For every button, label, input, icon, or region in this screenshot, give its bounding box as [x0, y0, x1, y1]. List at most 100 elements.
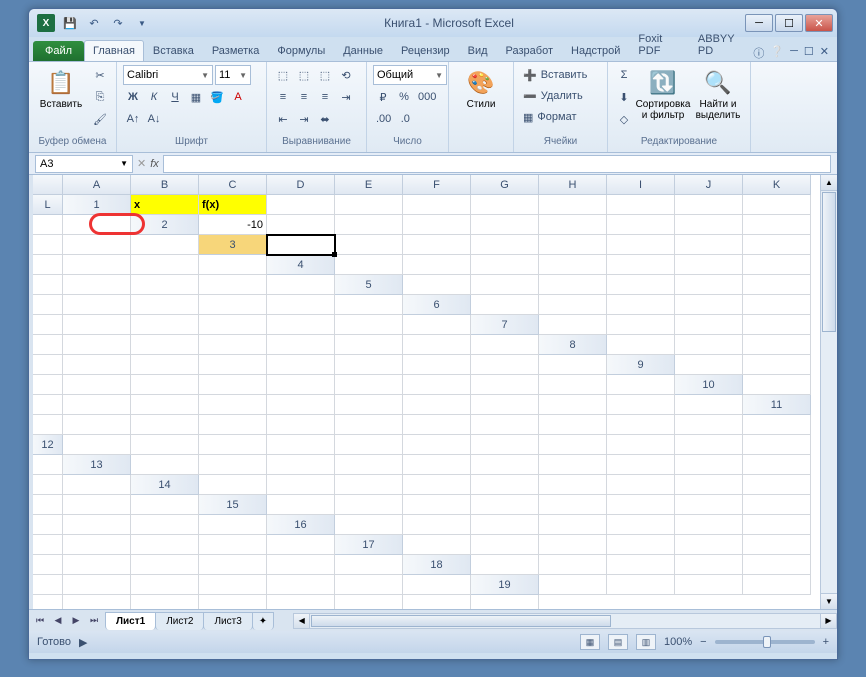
- row-header-17[interactable]: 17: [335, 535, 403, 555]
- cell-L15[interactable]: [199, 515, 267, 535]
- align-bottom-button[interactable]: ⬚: [315, 65, 335, 85]
- col-header-F[interactable]: F: [403, 175, 471, 195]
- cell-G4[interactable]: [743, 255, 811, 275]
- cell-A15[interactable]: [267, 495, 335, 515]
- cell-J6[interactable]: [267, 315, 335, 335]
- qat-dropdown[interactable]: ▼: [131, 12, 153, 34]
- doc-restore-icon[interactable]: ☐: [804, 45, 814, 61]
- autosum-button[interactable]: Σ: [614, 65, 634, 85]
- cell-L4[interactable]: [267, 275, 335, 295]
- col-header-B[interactable]: B: [131, 175, 199, 195]
- cell-F16[interactable]: [675, 515, 743, 535]
- cell-G11[interactable]: [403, 415, 471, 435]
- row-header-6[interactable]: 6: [403, 295, 471, 315]
- cell-G10[interactable]: [335, 395, 403, 415]
- cell-C15[interactable]: [403, 495, 471, 515]
- cell-I19[interactable]: [267, 595, 335, 609]
- cell-B14[interactable]: [267, 475, 335, 495]
- cell-L1[interactable]: [63, 215, 131, 235]
- cell-D7[interactable]: [743, 315, 811, 335]
- cell-J4[interactable]: [131, 275, 199, 295]
- cell-F18[interactable]: [33, 575, 63, 595]
- cell-J14[interactable]: [33, 495, 63, 515]
- cell-E5[interactable]: [675, 275, 743, 295]
- cell-L6[interactable]: [403, 315, 471, 335]
- cell-E16[interactable]: [607, 515, 675, 535]
- cell-B8[interactable]: [675, 335, 743, 355]
- cell-K15[interactable]: [131, 515, 199, 535]
- ribbon-minimize-icon[interactable]: ⓘ: [753, 45, 764, 61]
- cell-H3[interactable]: [743, 235, 811, 255]
- name-box[interactable]: A3▼: [35, 155, 133, 173]
- cell-A12[interactable]: [63, 435, 131, 455]
- cell-G18[interactable]: [63, 575, 131, 595]
- cell-C4[interactable]: [471, 255, 539, 275]
- cell-F2[interactable]: [539, 215, 607, 235]
- cell-A2[interactable]: -10: [199, 215, 267, 235]
- zoom-out-button[interactable]: −: [700, 636, 706, 648]
- row-header-4[interactable]: 4: [267, 255, 335, 275]
- cell-K19[interactable]: [403, 595, 471, 609]
- cell-K6[interactable]: [335, 315, 403, 335]
- cell-J11[interactable]: [607, 415, 675, 435]
- cell-E3[interactable]: [539, 235, 607, 255]
- foxit-tab[interactable]: Foxit PDF: [629, 28, 688, 61]
- cell-L19[interactable]: [471, 595, 539, 609]
- cell-I4[interactable]: [63, 275, 131, 295]
- doc-close-icon[interactable]: ✕: [820, 45, 829, 61]
- clear-button[interactable]: ◇: [614, 109, 634, 129]
- decrease-font-button[interactable]: A↓: [144, 109, 164, 129]
- row-header-19[interactable]: 19: [471, 575, 539, 595]
- cell-H7[interactable]: [199, 335, 267, 355]
- cell-I7[interactable]: [267, 335, 335, 355]
- cell-B2[interactable]: [267, 215, 335, 235]
- cell-L5[interactable]: [335, 295, 403, 315]
- col-header-K[interactable]: K: [743, 175, 811, 195]
- help-icon[interactable]: ❔: [770, 45, 784, 61]
- cell-C10[interactable]: [63, 395, 131, 415]
- row-header-9[interactable]: 9: [607, 355, 675, 375]
- row-header-16[interactable]: 16: [267, 515, 335, 535]
- cell-D6[interactable]: [675, 295, 743, 315]
- cell-A18[interactable]: [471, 555, 539, 575]
- layout-tab[interactable]: Разметка: [203, 40, 269, 61]
- fill-color-button[interactable]: 🪣: [207, 87, 227, 107]
- cell-H15[interactable]: [743, 495, 811, 515]
- cell-G3[interactable]: [675, 235, 743, 255]
- comma-button[interactable]: 000: [415, 87, 439, 107]
- review-tab[interactable]: Рецензир: [392, 40, 459, 61]
- cell-E1[interactable]: [403, 195, 471, 215]
- cell-C5[interactable]: [539, 275, 607, 295]
- hscroll-thumb[interactable]: [311, 615, 611, 627]
- number-format-combo[interactable]: Общий▼: [373, 65, 447, 85]
- addins-tab[interactable]: Надстрой: [562, 40, 629, 61]
- align-right-button[interactable]: ≡: [315, 87, 335, 107]
- cell-C8[interactable]: [743, 335, 811, 355]
- cell-I15[interactable]: [33, 515, 63, 535]
- cell-D3[interactable]: [471, 235, 539, 255]
- cell-E18[interactable]: [743, 555, 811, 575]
- formulas-tab[interactable]: Формулы: [268, 40, 334, 61]
- row-header-7[interactable]: 7: [471, 315, 539, 335]
- fill-handle[interactable]: [332, 252, 337, 257]
- cell-H2[interactable]: [675, 215, 743, 235]
- data-tab[interactable]: Данные: [334, 40, 392, 61]
- sheet-tab-1[interactable]: Лист1: [105, 612, 156, 630]
- undo-button[interactable]: ↶: [83, 12, 105, 34]
- cell-F4[interactable]: [675, 255, 743, 275]
- fill-button[interactable]: ⬇: [614, 87, 634, 107]
- cell-G17[interactable]: [33, 555, 63, 575]
- cell-C3[interactable]: [403, 235, 471, 255]
- prev-sheet-button[interactable]: ◀: [49, 612, 67, 630]
- horizontal-scrollbar[interactable]: ◀ ▶: [293, 613, 837, 629]
- cell-H5[interactable]: [63, 295, 131, 315]
- cell-H12[interactable]: [539, 435, 607, 455]
- cell-C13[interactable]: [267, 455, 335, 475]
- cell-C14[interactable]: [335, 475, 403, 495]
- cell-A10[interactable]: [743, 375, 811, 395]
- cell-C17[interactable]: [539, 535, 607, 555]
- cell-J18[interactable]: [267, 575, 335, 595]
- cell-A13[interactable]: [131, 455, 199, 475]
- cell-K4[interactable]: [199, 275, 267, 295]
- cell-B10[interactable]: [33, 395, 63, 415]
